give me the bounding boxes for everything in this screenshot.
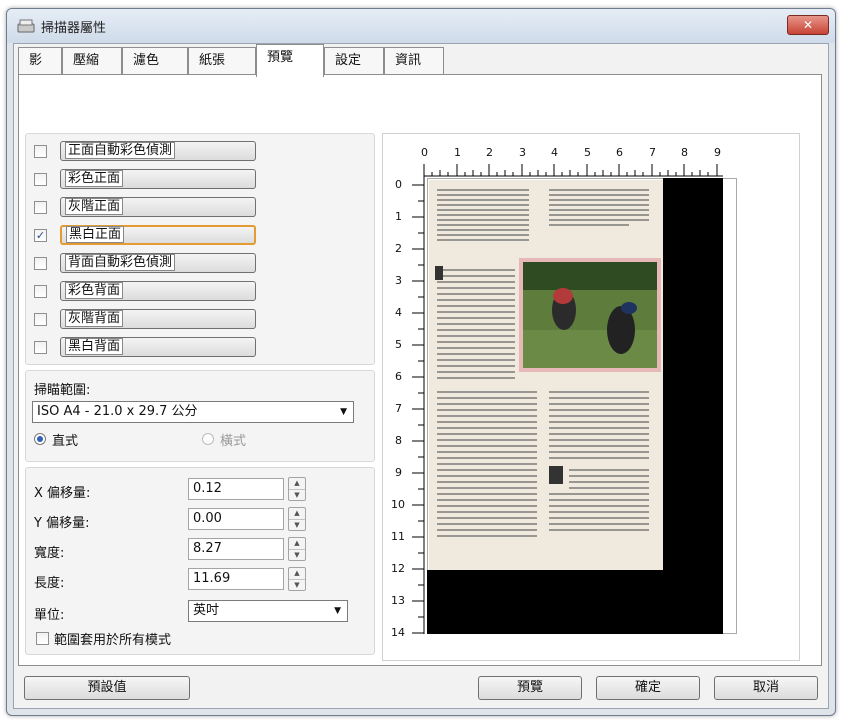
apply-all-checkbox[interactable]	[36, 632, 49, 645]
option-label: 黑白背面	[65, 338, 124, 355]
preview-options-group: 正面自動彩色偵測 彩色正面 灰階正面 ✓ 黑白正面 背面自動彩色偵測 彩色背面 …	[25, 133, 375, 365]
y-offset-spinner[interactable]: ▲ ▼	[288, 507, 306, 531]
tab-info[interactable]: 資訊	[384, 47, 444, 75]
x-offset-spinner[interactable]: ▲ ▼	[288, 477, 306, 501]
preview-tab-panel: 正面自動彩色偵測 彩色正面 灰階正面 ✓ 黑白正面 背面自動彩色偵測 彩色背面 …	[18, 74, 822, 666]
option-back-auto-color[interactable]: 背面自動彩色偵測	[60, 253, 256, 273]
spin-up-icon[interactable]: ▲	[289, 568, 305, 579]
scanner-properties-dialog: 掃描器屬性 ✕ 影像 壓縮 濾色 紙張 預覽 設定 資訊 正面自動彩色偵測 彩色…	[6, 8, 836, 716]
option-front-gray[interactable]: 灰階正面	[60, 197, 256, 217]
window-title: 掃描器屬性	[41, 21, 107, 36]
spin-down-icon[interactable]: ▼	[289, 549, 305, 561]
preview-button[interactable]: 預覽	[478, 676, 582, 700]
spin-down-icon[interactable]: ▼	[289, 579, 305, 591]
y-offset-label: Y 偏移量:	[34, 516, 90, 531]
portrait-label: 直式	[52, 434, 79, 449]
left-ruler-ticks	[412, 184, 424, 634]
scan-black-margin-right	[663, 178, 723, 634]
chevron-down-icon: ▼	[334, 606, 341, 616]
length-input[interactable]: 11.69	[188, 568, 284, 590]
checkbox-back-color[interactable]	[34, 285, 47, 298]
scanner-icon	[17, 19, 35, 33]
option-back-bw[interactable]: 黑白背面	[60, 337, 256, 357]
checkbox-front-color[interactable]	[34, 173, 47, 186]
option-label: 黑白正面	[66, 226, 125, 243]
cancel-button[interactable]: 取消	[714, 676, 818, 700]
spin-up-icon[interactable]: ▲	[289, 538, 305, 549]
unit-value: 英吋	[193, 603, 220, 618]
ok-button[interactable]: 確定	[596, 676, 700, 700]
option-front-auto-color[interactable]: 正面自動彩色偵測	[60, 141, 256, 161]
scanned-document	[429, 180, 663, 570]
checkbox-back-auto-color[interactable]	[34, 257, 47, 270]
drop-cap	[549, 466, 563, 484]
spin-down-icon[interactable]: ▼	[289, 489, 305, 501]
tab-color-dropout[interactable]: 濾色	[122, 47, 188, 75]
unit-select[interactable]: 英吋 ▼	[188, 600, 348, 622]
chevron-down-icon: ▼	[340, 407, 347, 417]
unit-label: 單位:	[34, 608, 65, 623]
checkbox-front-auto-color[interactable]	[34, 145, 47, 158]
option-label: 正面自動彩色偵測	[65, 142, 176, 159]
option-label: 彩色背面	[65, 282, 124, 299]
option-label: 灰階背面	[65, 310, 124, 327]
preview-area[interactable]: 0 1 2 3 4 5 6 7 8 9 0 1 2 3 4 5 6 7 8 9 …	[382, 133, 800, 661]
option-front-color[interactable]: 彩色正面	[60, 169, 256, 189]
width-spinner[interactable]: ▲ ▼	[288, 537, 306, 561]
checkbox-front-gray[interactable]	[34, 201, 47, 214]
length-spinner[interactable]: ▲ ▼	[288, 567, 306, 591]
x-offset-label: X 偏移量:	[34, 486, 91, 501]
size-settings-group: X 偏移量: 0.12 ▲ ▼ Y 偏移量: 0.00 ▲ ▼ 寬度: 8.27 ▲…	[25, 467, 375, 655]
spin-up-icon[interactable]: ▲	[289, 508, 305, 519]
x-offset-input[interactable]: 0.12	[188, 478, 284, 500]
option-label: 灰階正面	[65, 198, 124, 215]
scan-area-label: 掃瞄範圍:	[34, 383, 91, 398]
landscape-label: 橫式	[220, 434, 247, 449]
tab-compression[interactable]: 壓縮	[62, 47, 122, 75]
photo-image	[519, 258, 661, 372]
scan-area-select[interactable]: ISO A4 - 21.0 x 29.7 公分 ▼	[32, 401, 354, 423]
length-label: 長度:	[34, 576, 65, 591]
tab-preview[interactable]: 預覽	[256, 44, 324, 77]
checkbox-back-bw[interactable]	[34, 341, 47, 354]
spin-up-icon[interactable]: ▲	[289, 478, 305, 489]
tab-image[interactable]: 影像	[18, 47, 62, 94]
apply-all-label: 範圍套用於所有模式	[54, 633, 172, 648]
close-button[interactable]: ✕	[787, 15, 829, 35]
drop-cap	[435, 266, 443, 280]
checkbox-front-bw[interactable]: ✓	[34, 229, 47, 242]
option-back-color[interactable]: 彩色背面	[60, 281, 256, 301]
scan-area-value: ISO A4 - 21.0 x 29.7 公分	[37, 404, 198, 419]
scan-black-margin-bottom	[427, 570, 723, 634]
title-bar: 掃描器屬性 ✕	[7, 9, 835, 43]
top-ruler-ticks	[423, 164, 718, 176]
landscape-radio[interactable]	[202, 433, 214, 445]
option-back-gray[interactable]: 灰階背面	[60, 309, 256, 329]
document-text-lines	[435, 189, 661, 537]
option-front-bw[interactable]: 黑白正面	[60, 225, 256, 245]
spin-down-icon[interactable]: ▼	[289, 519, 305, 531]
option-label: 彩色正面	[65, 170, 124, 187]
option-label: 背面自動彩色偵測	[65, 254, 176, 271]
defaults-button[interactable]: 預設值	[24, 676, 190, 700]
scan-area-group: 掃瞄範圍: ISO A4 - 21.0 x 29.7 公分 ▼ 直式 橫式	[25, 370, 375, 462]
checkbox-back-gray[interactable]	[34, 313, 47, 326]
dialog-body: 影像 壓縮 濾色 紙張 預覽 設定 資訊 正面自動彩色偵測 彩色正面 灰階正面 …	[13, 43, 829, 709]
portrait-radio[interactable]	[34, 433, 46, 445]
y-offset-input[interactable]: 0.00	[188, 508, 284, 530]
width-input[interactable]: 8.27	[188, 538, 284, 560]
tab-settings[interactable]: 設定	[324, 47, 384, 75]
tab-paper[interactable]: 紙張	[188, 47, 256, 75]
width-label: 寬度:	[34, 546, 65, 561]
